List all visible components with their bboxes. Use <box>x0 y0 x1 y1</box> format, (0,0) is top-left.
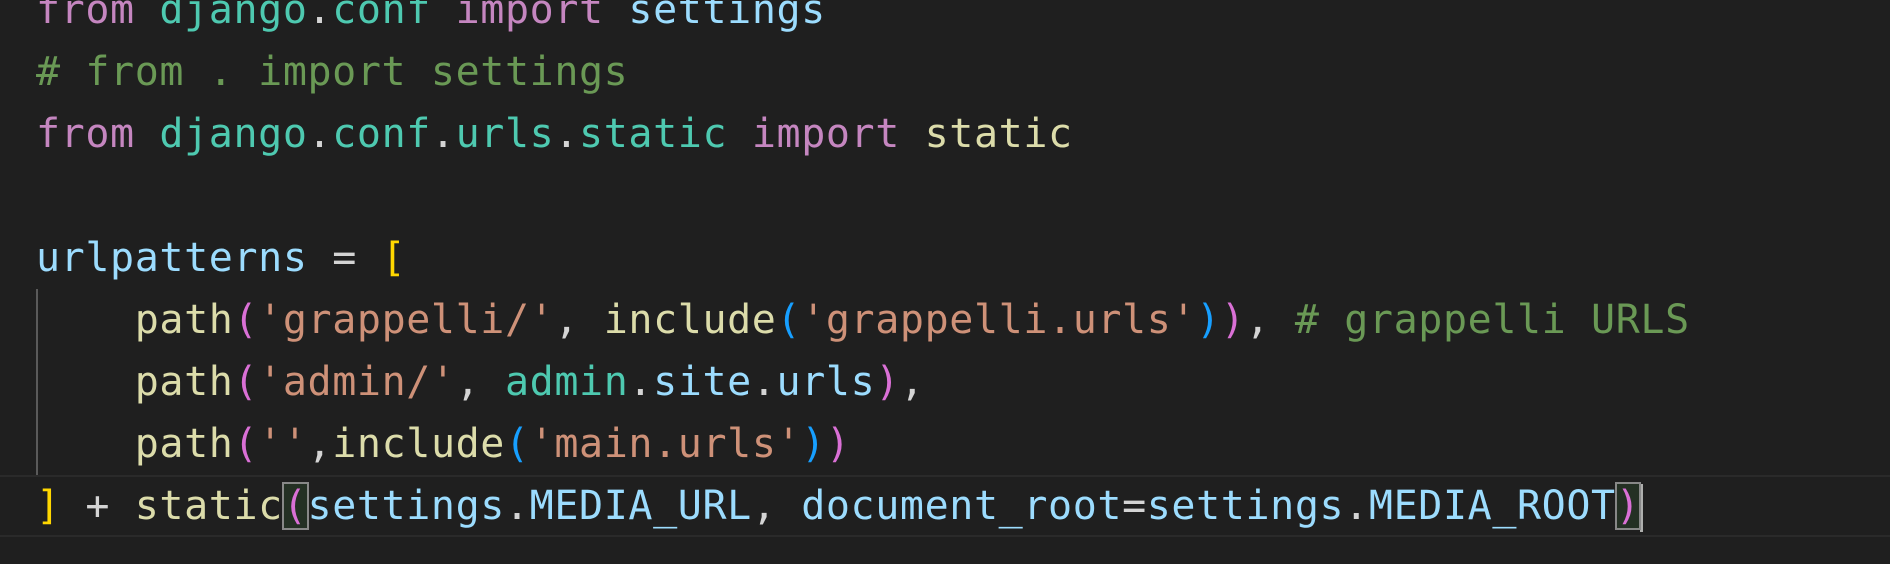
code-token: ( <box>776 297 802 343</box>
code-token: ( <box>233 359 259 405</box>
code-token: settings <box>307 483 505 529</box>
code-token: [ <box>381 235 407 281</box>
code-line[interactable]: # from . import settings <box>0 41 1890 103</box>
code-token: urlpatterns <box>36 235 308 281</box>
code-token: urls <box>776 359 876 405</box>
code-token: ] <box>36 483 61 529</box>
code-token: , <box>751 483 802 529</box>
code-token: import <box>455 0 604 33</box>
code-token: static <box>134 483 283 529</box>
code-token: MEDIA_ROOT <box>1368 483 1616 529</box>
code-line[interactable]: from django.conf.urls.static import stat… <box>0 103 1890 165</box>
code-line[interactable]: path('grappelli/', include('grappelli.ur… <box>0 289 1890 351</box>
code-token: 'admin/' <box>258 359 456 405</box>
code-token: admin <box>505 359 629 405</box>
code-token: settings <box>628 0 826 33</box>
code-line[interactable]: path('',include('main.urls')) <box>0 413 1890 475</box>
code-token: from <box>36 111 135 157</box>
code-token: settings <box>1146 483 1345 529</box>
code-token: 'grappelli/' <box>258 297 555 343</box>
code-token: site <box>653 359 752 405</box>
code-token: 'main.urls' <box>529 421 802 467</box>
code-token: ) <box>1220 297 1246 343</box>
code-token: ( <box>505 421 530 467</box>
code-token: 'grappelli.urls' <box>801 297 1197 343</box>
code-token: path <box>134 297 234 343</box>
code-line[interactable]: ] + static(settings.MEDIA_URL, document_… <box>0 475 1890 537</box>
code-token: . <box>628 359 654 405</box>
code-token: ( <box>233 297 259 343</box>
text-cursor <box>1640 484 1644 532</box>
code-token: , <box>554 297 604 343</box>
code-token: ) <box>801 421 826 467</box>
code-line[interactable]: path('admin/', admin.site.urls), <box>0 351 1890 413</box>
code-token: django <box>159 111 308 157</box>
code-token: django <box>159 0 308 33</box>
indent-guide <box>36 413 38 475</box>
indent-guide <box>36 351 38 413</box>
code-token: document_root <box>801 483 1123 529</box>
code-token: # from . import settings <box>36 49 629 95</box>
code-token: '' <box>258 421 308 467</box>
code-line[interactable]: urlpatterns = [ <box>0 227 1890 289</box>
code-token: conf <box>332 0 431 33</box>
code-token: . <box>554 111 580 157</box>
code-token: conf <box>332 111 431 157</box>
code-line[interactable]: from django.conf import settings <box>0 0 1890 41</box>
code-token: static <box>579 111 728 157</box>
code-token: . <box>1344 483 1369 529</box>
code-token: , <box>1245 297 1295 343</box>
code-token: include <box>332 421 505 467</box>
code-token: , <box>307 421 333 467</box>
code-token: static <box>924 111 1073 157</box>
code-token: import <box>751 111 900 157</box>
code-token: . <box>751 359 777 405</box>
code-token: ) <box>1614 482 1642 530</box>
code-token: MEDIA_URL <box>529 483 752 529</box>
code-token: . <box>307 0 333 33</box>
code-line[interactable] <box>0 165 1890 227</box>
code-token: ( <box>233 421 259 467</box>
code-token: ) <box>825 421 851 467</box>
code-token: path <box>134 359 234 405</box>
code-token: , <box>455 359 505 405</box>
code-token: , <box>899 359 925 405</box>
code-token: + <box>60 483 135 529</box>
code-token: path <box>134 421 234 467</box>
code-editor[interactable]: from django.conf import settings # from .… <box>0 0 1890 537</box>
code-token: # grappelli URLS <box>1294 297 1690 343</box>
code-token: ) <box>1196 297 1221 343</box>
code-token: from <box>36 0 135 33</box>
code-token: urls <box>455 111 555 157</box>
code-token: ( <box>281 482 309 530</box>
code-token: include <box>603 297 777 343</box>
code-token: = <box>307 235 382 281</box>
code-token: ) <box>875 359 900 405</box>
code-token: . <box>430 111 456 157</box>
indent-guide <box>36 289 38 351</box>
code-token: . <box>504 483 530 529</box>
code-token: = <box>1122 483 1147 529</box>
code-token: . <box>307 111 333 157</box>
